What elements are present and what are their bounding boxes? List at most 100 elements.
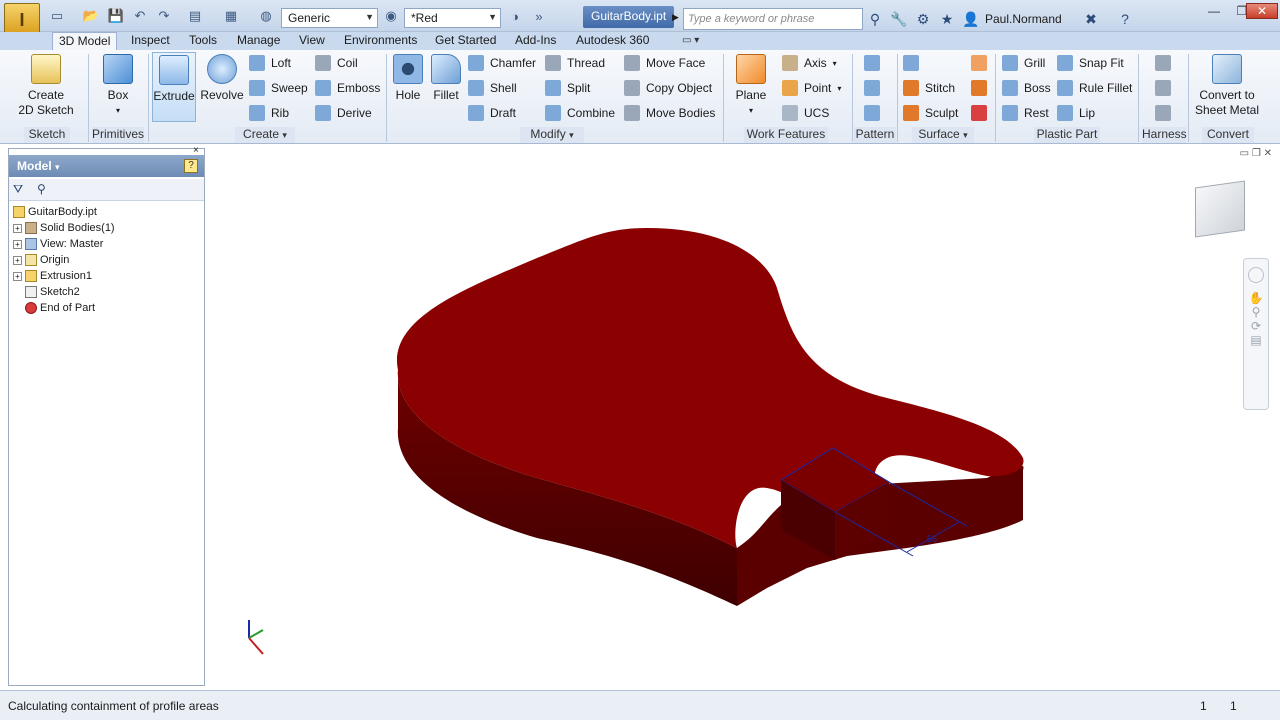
tree-item-origin[interactable]: + Origin: [13, 252, 69, 268]
tab-get-started[interactable]: Get Started: [429, 32, 502, 50]
coil-button[interactable]: Coil: [315, 53, 358, 73]
subscription-icon[interactable]: ⚙: [914, 10, 932, 28]
draft-button[interactable]: Draft: [468, 103, 516, 123]
patch-button[interactable]: [971, 53, 993, 73]
group-modify[interactable]: Modify ▾: [520, 127, 584, 143]
create-2d-sketch-button[interactable]: Create 2D Sketch: [14, 54, 78, 118]
overflow-icon[interactable]: »: [530, 8, 548, 24]
binoculars-icon[interactable]: ⚲: [866, 10, 884, 28]
expand-icon[interactable]: +: [13, 271, 22, 281]
sweep-button[interactable]: Sweep: [249, 78, 308, 98]
save-icon[interactable]: 💾: [107, 8, 125, 24]
plane-button[interactable]: Plane ▾: [730, 54, 772, 118]
zoom-icon[interactable]: ⚲: [1244, 305, 1268, 319]
steering-wheel-icon[interactable]: [1248, 267, 1264, 283]
tree-item-extrusion1[interactable]: + Extrusion1: [13, 268, 92, 284]
tab-add-ins[interactable]: Add-Ins: [509, 32, 562, 50]
rule-fillet-button[interactable]: Rule Fillet: [1057, 78, 1132, 98]
group-surface[interactable]: Surface ▾: [912, 127, 974, 143]
emboss-button[interactable]: Emboss: [315, 78, 380, 98]
user-name[interactable]: Paul.Normand: [985, 12, 1062, 26]
extrude-button[interactable]: Extrude: [152, 52, 196, 122]
convert-sheet-metal-button[interactable]: Convert to Sheet Metal: [1192, 54, 1262, 118]
lip-button[interactable]: Lip: [1057, 103, 1095, 123]
boss-button[interactable]: Boss: [1002, 78, 1051, 98]
viewcube[interactable]: [1195, 180, 1245, 238]
move-face-button[interactable]: Move Face: [624, 53, 705, 73]
thread-button[interactable]: Thread: [545, 53, 605, 73]
expand-arrow-icon[interactable]: ▶: [672, 12, 679, 23]
appearance-icon[interactable]: ◉: [382, 8, 400, 24]
copy-object-button[interactable]: Copy Object: [624, 78, 712, 98]
rest-button[interactable]: Rest: [1002, 103, 1049, 123]
chamfer-button[interactable]: Chamfer: [468, 53, 536, 73]
hole-button[interactable]: Hole: [390, 54, 426, 103]
new-icon[interactable]: ▭: [48, 8, 66, 24]
browser-header[interactable]: Model ▾: [9, 155, 204, 177]
graphics-viewport[interactable]: ▭ ❐ ✕ 56 ✋ ⚲ ⟳ ▤: [207, 148, 1280, 688]
tab-manage[interactable]: Manage: [231, 32, 286, 50]
expand-icon[interactable]: +: [13, 239, 22, 249]
harness-button-2[interactable]: [1155, 78, 1177, 98]
style-combo[interactable]: Generic ▼: [281, 8, 378, 28]
revolve-button[interactable]: Revolve: [200, 54, 244, 103]
trim-button[interactable]: [971, 78, 993, 98]
rib-button[interactable]: Rib: [249, 103, 289, 123]
tree-item-sketch2[interactable]: Sketch2: [25, 284, 80, 300]
loft-button[interactable]: Loft: [249, 53, 291, 73]
sculpt-button[interactable]: Sculpt: [903, 103, 958, 123]
tab-3d-model[interactable]: 3D Model: [52, 32, 118, 50]
look-at-icon[interactable]: ▤: [1244, 333, 1268, 347]
tab-options-icon[interactable]: ▭ ▾: [682, 35, 699, 46]
point-button[interactable]: Point ▾: [782, 78, 841, 98]
mirror-button[interactable]: [864, 103, 886, 123]
tab-tools[interactable]: Tools: [183, 32, 223, 50]
split-button[interactable]: Split: [545, 78, 590, 98]
user-icon[interactable]: 👤: [962, 10, 980, 28]
harness-button-1[interactable]: [1155, 53, 1177, 73]
help-globe-icon[interactable]: ◑: [506, 8, 524, 24]
filter-icon[interactable]: ⛛: [13, 182, 23, 197]
rectangular-pattern-button[interactable]: [864, 53, 886, 73]
tab-environments[interactable]: Environments: [338, 32, 423, 50]
tree-item-root[interactable]: GuitarBody.ipt: [13, 204, 97, 220]
tab-view[interactable]: View: [293, 32, 331, 50]
tools-icon[interactable]: 🔧: [890, 10, 908, 28]
axis-button[interactable]: Axis ▾: [782, 53, 837, 73]
help-icon[interactable]: ?: [184, 159, 198, 173]
exchange-icon[interactable]: ✖: [1082, 10, 1100, 28]
tree-item-end-of-part[interactable]: End of Part: [25, 300, 95, 316]
undo-icon[interactable]: ↶: [131, 8, 149, 24]
combine-button[interactable]: Combine: [545, 103, 615, 123]
find-icon[interactable]: ⚲: [37, 182, 46, 196]
model-canvas[interactable]: 56: [207, 148, 1280, 688]
search-input[interactable]: Type a keyword or phrase: [683, 8, 863, 30]
material-icon[interactable]: ◍: [257, 8, 275, 24]
update-icon[interactable]: ▦: [222, 8, 240, 24]
move-bodies-button[interactable]: Move Bodies: [624, 103, 715, 123]
expand-icon[interactable]: +: [13, 255, 22, 265]
shell-button[interactable]: Shell: [468, 78, 517, 98]
snap-fit-button[interactable]: Snap Fit: [1057, 53, 1124, 73]
redo-icon[interactable]: ↷: [155, 8, 173, 24]
favorites-icon[interactable]: ★: [938, 10, 956, 28]
thicken-button[interactable]: [903, 53, 925, 73]
tab-autodesk-360[interactable]: Autodesk 360: [570, 32, 655, 50]
project-icon[interactable]: ▤: [186, 8, 204, 24]
open-icon[interactable]: 📂: [82, 8, 100, 24]
minimize-button[interactable]: —: [1200, 3, 1228, 19]
tab-inspect[interactable]: Inspect: [125, 32, 176, 50]
help-icon[interactable]: ?: [1116, 10, 1134, 28]
stitch-button[interactable]: Stitch: [903, 78, 955, 98]
box-button[interactable]: Box ▾: [96, 54, 140, 118]
color-combo[interactable]: *Red ▼: [404, 8, 501, 28]
derive-button[interactable]: Derive: [315, 103, 372, 123]
delete-face-button[interactable]: [971, 103, 993, 123]
harness-button-3[interactable]: [1155, 103, 1177, 123]
orbit-icon[interactable]: ⟳: [1244, 319, 1268, 333]
pan-icon[interactable]: ✋: [1244, 291, 1268, 305]
dimension-value[interactable]: 56: [927, 534, 937, 544]
circular-pattern-button[interactable]: [864, 78, 886, 98]
grill-button[interactable]: Grill: [1002, 53, 1045, 73]
tree-item-solid-bodies[interactable]: + Solid Bodies(1): [13, 220, 115, 236]
